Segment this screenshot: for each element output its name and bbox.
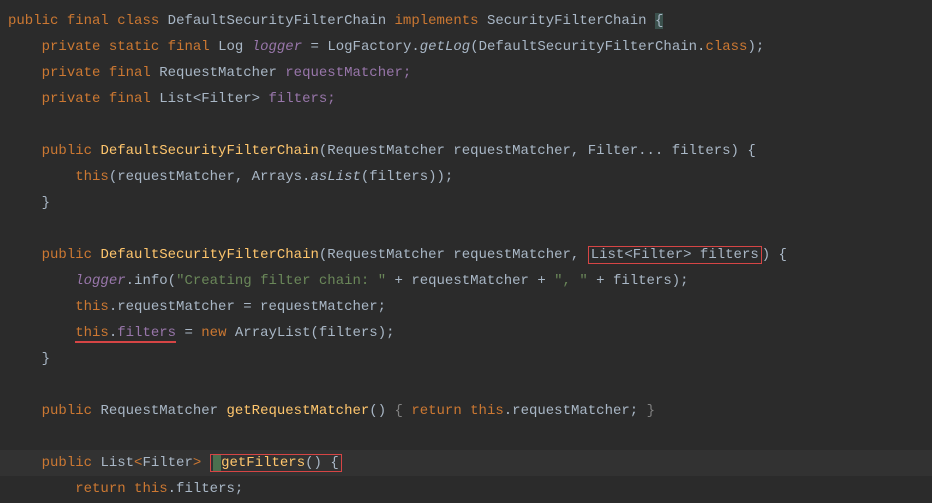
line-ctor1-body: this(requestMatcher, Arrays.asList(filte… (0, 164, 932, 190)
code-editor[interactable]: public final class DefaultSecurityFilter… (0, 8, 932, 502)
line-getrm: public RequestMatcher getRequestMatcher(… (0, 398, 932, 424)
line-ctor2-l2: this.requestMatcher = requestMatcher; (0, 294, 932, 320)
line-4: private final List<Filter> filters; (0, 86, 932, 112)
line-3: private final RequestMatcher requestMatc… (0, 60, 932, 86)
line-ctor2-l3: this.filters = new ArrayList(filters); (0, 320, 932, 346)
blank-line (0, 112, 932, 138)
underline-this-filters: this.filters (75, 325, 176, 343)
line-2: private static final Log logger = LogFac… (0, 34, 932, 60)
open-brace-highlight: { (655, 13, 663, 29)
line-getfilters-sig[interactable]: public List<Filter> getFilters() { (0, 450, 932, 476)
line-ctor2-l1: logger.info("Creating filter chain: " + … (0, 268, 932, 294)
line-ctor1-close: } (0, 190, 932, 216)
line-ctor1-sig: public DefaultSecurityFilterChain(Reques… (0, 138, 932, 164)
line-1: public final class DefaultSecurityFilter… (0, 8, 932, 34)
highlight-box-method: getFilters() { (210, 454, 342, 472)
blank-line (0, 424, 932, 450)
caret[interactable] (213, 455, 221, 471)
blank-line (0, 372, 932, 398)
blank-line (0, 216, 932, 242)
line-ctor2-close: } (0, 346, 932, 372)
highlight-box-param: List<Filter> filters (588, 246, 762, 264)
line-getfilters-body: return this.filters; (0, 476, 932, 502)
line-ctor2-sig: public DefaultSecurityFilterChain(Reques… (0, 242, 932, 268)
